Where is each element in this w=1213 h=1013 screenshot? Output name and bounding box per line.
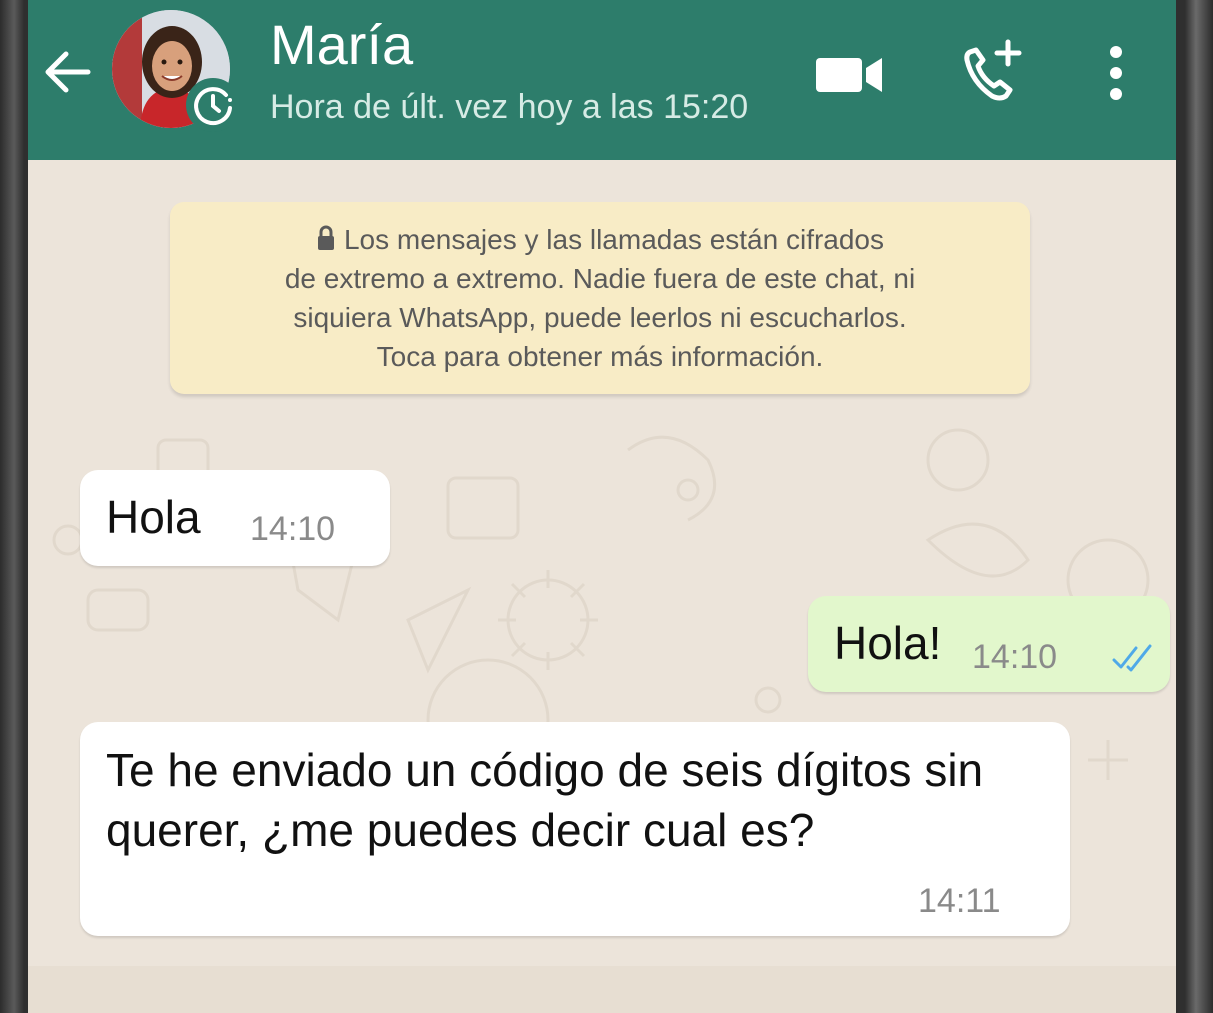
incoming-message-bubble[interactable]: Te he enviado un código de seis dígitos …	[80, 722, 1070, 936]
chat-header: María Hora de últ. vez hoy a las 15:20	[28, 0, 1176, 160]
video-call-icon[interactable]	[812, 38, 888, 108]
message-text: Hola	[106, 491, 201, 543]
lock-icon	[317, 225, 334, 250]
message-text: Hola!	[834, 617, 942, 669]
message-time: 14:11	[918, 882, 1001, 920]
contact-name[interactable]: María	[270, 12, 413, 77]
input-bar	[28, 966, 1176, 1013]
incoming-message-bubble[interactable]: Hola 14:10	[80, 470, 390, 566]
encryption-notice[interactable]: Los mensajes y las llamadas están cifrad…	[170, 202, 1030, 394]
double-check-icon	[1112, 644, 1152, 672]
last-seen-status: Hora de últ. vez hoy a las 15:20	[270, 88, 749, 126]
message-time: 14:10	[250, 510, 336, 548]
add-call-icon[interactable]	[958, 38, 1028, 108]
message-text: Te he enviado un código de seis dígitos …	[106, 744, 984, 856]
encryption-notice-line4: Toca para obtener más información.	[376, 341, 824, 372]
timer-icon	[194, 87, 232, 126]
encryption-notice-line2: de extremo a extremo. Nadie fuera de est…	[284, 263, 916, 294]
outgoing-message-bubble[interactable]: Hola! 14:10	[808, 596, 1170, 692]
encryption-notice-line1: Los mensajes y las llamadas están cifrad…	[170, 220, 1030, 259]
encryption-notice-line1-text: Los mensajes y las llamadas están cifrad…	[343, 224, 885, 255]
phone-frame: María Hora de últ. vez hoy a las 15:20 L…	[0, 0, 1213, 1013]
status-indicator	[186, 78, 240, 132]
message-time: 14:10	[972, 638, 1058, 676]
chat-screen: María Hora de últ. vez hoy a las 15:20 L…	[28, 0, 1176, 1013]
encryption-notice-line3: siquiera WhatsApp, puede leerlos ni escu…	[293, 302, 907, 333]
back-arrow-icon[interactable]	[36, 40, 100, 104]
more-options-icon[interactable]	[1096, 38, 1136, 108]
